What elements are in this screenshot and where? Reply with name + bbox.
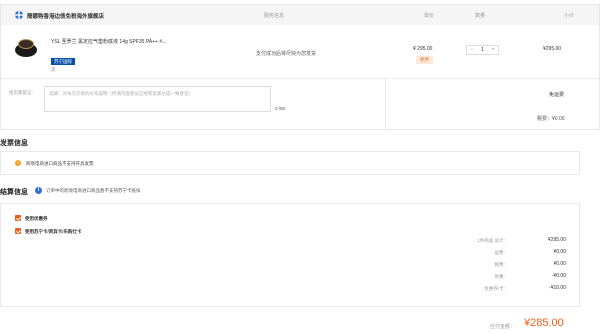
payable-label: 应付金额：	[490, 324, 516, 330]
summary-discount-label: 优惠：	[494, 274, 509, 279]
globe-icon	[15, 11, 23, 19]
cushion-compact-lid	[18, 39, 34, 49]
message-placeholder: 选填：对本次交易的补充说明（所填内容建议已经和卖家达成一致意见）	[49, 91, 193, 96]
card-checkbox[interactable]	[15, 228, 21, 234]
column-subtotal: 小计	[564, 13, 575, 19]
message-char-count: 0 /85	[275, 106, 286, 111]
warning-icon: !	[15, 160, 21, 166]
summary-discount-value: -¥0.00	[551, 273, 566, 279]
seller-message-input[interactable]: 选填：对本次交易的补充说明（所填内容建议已经和卖家达成一致意见）	[44, 86, 271, 112]
tax-amount: 税费：¥0.00	[537, 116, 565, 122]
service-info: 支付成功后将尽快为您发货	[256, 51, 317, 57]
product-title[interactable]: YSL 圣罗兰 黑定应气垫粉底液 14g SPF35 PA++ #...	[51, 38, 166, 45]
column-unit-price: 单价	[424, 13, 435, 19]
coupon-checkbox[interactable]	[15, 215, 21, 221]
invoice-box: ! 跨境电商进口商品不支持开具发票	[0, 151, 580, 175]
summary-total-label: 1件商品 总计：	[477, 238, 508, 243]
summary-coupon-label: 优惠券/卡：	[484, 286, 508, 291]
tax-tag: 税费	[416, 56, 433, 64]
invoice-section-title: 发票信息	[0, 140, 28, 147]
column-divider	[385, 79, 386, 131]
quantity-plus-button[interactable]: +	[488, 46, 498, 54]
column-quantity: 数量	[475, 13, 486, 19]
store-name[interactable]: 簡娜购香港边债免税海外旗舰店	[27, 12, 104, 20]
summary-tax-value: ¥0.00	[553, 261, 566, 267]
product-image[interactable]	[15, 38, 37, 58]
item-subtotal: ¥295.00	[543, 46, 562, 52]
payable-amount: ¥285.00	[524, 317, 564, 329]
settlement-box: 使用优惠券 使用苏宁卡/资宾卡/乐购仕卡 1件商品 总计： ¥295.00 运费…	[0, 203, 580, 307]
shipping-fee: 免运费	[549, 92, 565, 98]
message-label: 给卖家留言：	[9, 90, 36, 95]
summary-coupon-value: -¥10.00	[549, 285, 566, 291]
summary-shipping-value: ¥0.00	[553, 249, 566, 255]
invoice-notice: 跨境电商进口商品不支持开具发票	[26, 161, 94, 166]
coupon-option-label[interactable]: 使用优惠券	[25, 216, 48, 222]
column-service: 服务信息	[264, 13, 285, 19]
unit-price: ¥ 295.00	[413, 46, 433, 52]
summary-total-value: ¥295.00	[547, 237, 566, 243]
product-tag: 流	[51, 67, 56, 72]
quantity-value[interactable]: 1	[477, 46, 488, 54]
quantity-minus-button[interactable]: −	[467, 46, 477, 54]
suning-international-badge: 苏宁国际	[51, 58, 75, 65]
order-table-header: 簡娜购香港边债免税海外旗舰店 服务信息 单价 数量 小计	[1, 5, 599, 25]
settlement-section-title: 结算信息	[0, 189, 28, 196]
summary-shipping-label: 运费：	[494, 250, 509, 255]
info-icon[interactable]: i	[35, 187, 42, 194]
settlement-note: 订单中的跨境电商进口商品暂不支持苏宁卡抵扣	[46, 188, 141, 193]
quantity-stepper: − 1 +	[466, 45, 499, 55]
row-divider	[1, 78, 599, 79]
card-option-label[interactable]: 使用苏宁卡/资宾卡/乐购仕卡	[25, 229, 82, 235]
order-table: 簡娜购香港边债免税海外旗舰店 服务信息 单价 数量 小计 YSL 圣罗兰 黑定应…	[0, 4, 600, 131]
summary-tax-label: 税费：	[494, 262, 509, 267]
